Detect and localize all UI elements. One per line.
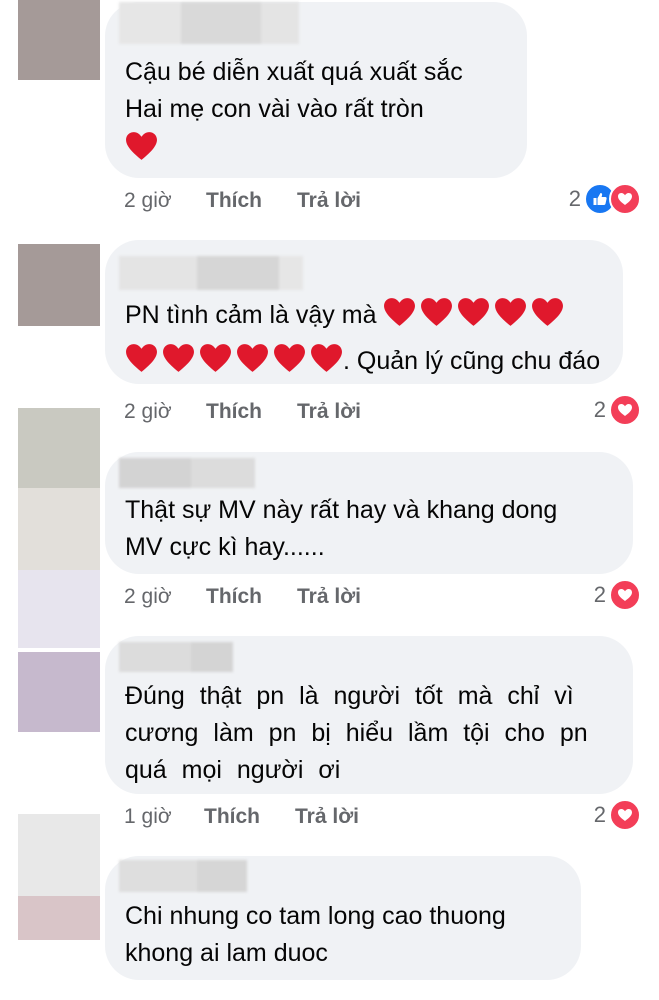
comment-text-line: PN tình cảm là vậy mà (125, 292, 605, 338)
red-heart-icon (162, 342, 195, 375)
comment-time[interactable]: 2 giờ (124, 400, 172, 424)
avatar[interactable] (18, 408, 100, 648)
reaction-count: 2 (593, 802, 606, 827)
like-button[interactable]: Thích (206, 189, 262, 213)
reaction-summary[interactable]: 2 (594, 394, 641, 426)
comment-text: . Quản lý cũng chu đáo (343, 347, 601, 375)
avatar[interactable] (18, 0, 100, 80)
commenter-name-blurred[interactable] (119, 860, 247, 892)
reaction-count: 2 (593, 397, 606, 422)
reply-button[interactable]: Trả lời (297, 585, 361, 609)
comment-text-line: Cậu bé diễn xuất quá xuất sắc (125, 58, 463, 86)
commenter-name-blurred[interactable] (119, 458, 255, 488)
commenter-name-blurred[interactable] (119, 2, 299, 44)
comment-text-line: khong ai lam duoc (125, 939, 328, 967)
red-heart-icon (457, 296, 490, 329)
reaction-summary[interactable]: 2 (594, 799, 641, 831)
reply-button[interactable]: Trả lời (295, 805, 359, 829)
comment-text-line: cương làm pn bị hiểu lầm tội cho pn (125, 719, 588, 747)
red-heart-icon (420, 296, 453, 329)
red-heart-icon (494, 296, 527, 329)
reply-button[interactable]: Trả lời (297, 400, 361, 424)
red-heart-icon (383, 296, 416, 329)
emoji-line (125, 130, 509, 168)
reaction-summary[interactable]: 2 (569, 183, 641, 215)
love-heart-icon (609, 579, 641, 611)
love-heart-icon (609, 394, 641, 426)
red-heart-icon (531, 296, 564, 329)
comment-bubble: Đúng thật pn là người tốt mà chỉ vì cươn… (105, 636, 633, 794)
comment-bubble: Thật sự MV này rất hay và khang dong MV … (105, 452, 633, 574)
red-heart-icon (125, 130, 158, 163)
comment-text-line: . Quản lý cũng chu đáo (125, 338, 605, 384)
red-heart-icon (125, 342, 158, 375)
avatar[interactable] (18, 244, 100, 326)
commenter-name-blurred[interactable] (119, 642, 233, 672)
comment-meta: 2 giờ Thích Trả lời 2 (124, 577, 641, 617)
red-heart-icon (236, 342, 269, 375)
reaction-count: 2 (593, 582, 606, 607)
like-button[interactable]: Thích (206, 400, 262, 424)
love-heart-icon (609, 183, 641, 215)
comment-text-line: quá mọi người ơi (125, 756, 341, 784)
comment-text-line: MV cực kì hay...... (125, 533, 325, 561)
comment-time[interactable]: 2 giờ (124, 585, 172, 609)
comment-meta: 2 giờ Thích Trả lời 2 (124, 392, 641, 432)
comment-bubble: PN tình cảm là vậy mà . Quản lý cũng chu… (105, 240, 623, 384)
comment-text-line: Chi nhung co tam long cao thuong (125, 902, 506, 930)
comment-text-line: Thật sự MV này rất hay và khang dong (125, 496, 558, 524)
commenter-name-blurred[interactable] (119, 256, 303, 290)
like-button[interactable]: Thích (204, 805, 260, 829)
comment-meta: 1 giờ Thích Trả lời 2 (124, 797, 641, 837)
like-button[interactable]: Thích (206, 585, 262, 609)
comment-bubble: Chi nhung co tam long cao thuong khong a… (105, 856, 581, 980)
comment-text-line: Đúng thật pn là người tốt mà chỉ vì (125, 682, 574, 710)
comment-text-line: Hai mẹ con vài vào rất tròn (125, 95, 424, 123)
avatar[interactable] (18, 814, 100, 940)
red-heart-icon (199, 342, 232, 375)
reaction-summary[interactable]: 2 (594, 579, 641, 611)
avatar[interactable] (18, 652, 100, 732)
reaction-count: 2 (568, 186, 581, 211)
comment-meta: 2 giờ Thích Trả lời 2 (124, 181, 641, 221)
love-heart-icon (609, 799, 641, 831)
comment-time[interactable]: 1 giờ (124, 805, 172, 829)
red-heart-icon (310, 342, 343, 375)
comment-bubble: Cậu bé diễn xuất quá xuất sắc Hai mẹ con… (105, 2, 527, 178)
comment-time[interactable]: 2 giờ (124, 189, 172, 213)
reply-button[interactable]: Trả lời (297, 189, 361, 213)
red-heart-icon (273, 342, 306, 375)
comment-text: PN tình cảm là vậy mà (125, 301, 377, 329)
